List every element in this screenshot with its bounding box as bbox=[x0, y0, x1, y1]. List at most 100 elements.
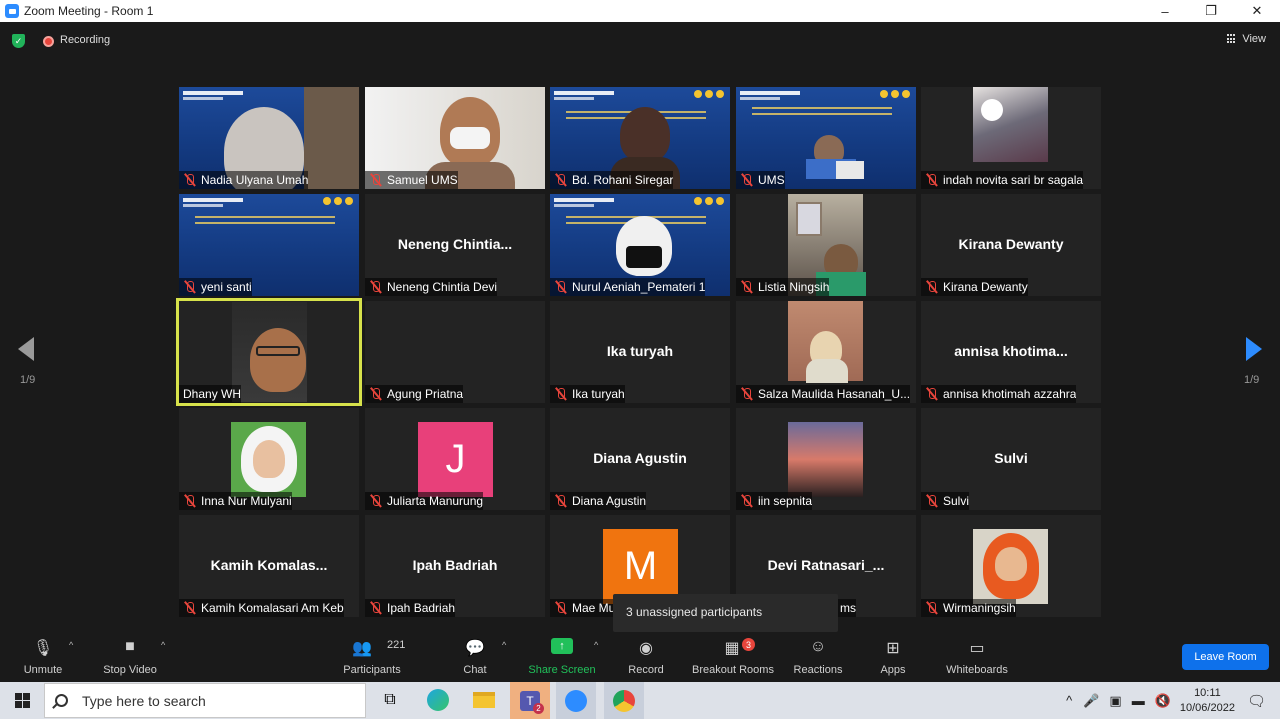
whiteboards-button[interactable]: ▭ Whiteboards bbox=[942, 632, 1012, 682]
muted-mic-icon bbox=[740, 173, 754, 187]
restore-button[interactable]: ❐ bbox=[1188, 0, 1234, 22]
share-screen-icon: ↑ bbox=[551, 638, 573, 654]
breakout-rooms-icon: ▦ bbox=[724, 640, 740, 657]
participant-display-name: Ika turyah bbox=[606, 343, 674, 359]
apps-button[interactable]: ⊞ Apps bbox=[876, 632, 910, 682]
muted-mic-icon bbox=[369, 280, 383, 294]
muted-mic-icon bbox=[925, 601, 939, 615]
view-button[interactable]: View bbox=[1227, 33, 1266, 45]
participant-name-label: Salza Maulida Hasanah_U... bbox=[736, 385, 911, 403]
video-tile[interactable]: Salza Maulida Hasanah_U... bbox=[736, 301, 916, 403]
minimize-button[interactable]: – bbox=[1142, 0, 1188, 22]
participant-name-label: Bd. Rohani Siregar bbox=[550, 171, 674, 189]
participants-icon: 👥 bbox=[352, 640, 372, 657]
muted-mic-icon bbox=[554, 173, 568, 187]
notifications-icon[interactable]: 🗨 bbox=[1247, 692, 1266, 710]
video-tile[interactable]: Bd. Rohani Siregar bbox=[550, 87, 730, 189]
participant-display-name: Sulvi bbox=[994, 450, 1028, 466]
video-tile[interactable]: annisa khotima... annisa khotimah azzahr… bbox=[921, 301, 1101, 403]
participant-name-label: Ipah Badriah bbox=[365, 599, 456, 617]
view-label: View bbox=[1242, 33, 1266, 45]
volume-muted-icon[interactable]: 🔇 bbox=[1155, 693, 1171, 709]
video-tile[interactable]: Ika turyah Ika turyah bbox=[550, 301, 730, 403]
record-button[interactable]: ◉ Record bbox=[626, 632, 666, 682]
participant-display-name: Neneng Chintia... bbox=[397, 236, 513, 252]
participant-display-name: Devi Ratnasari_... bbox=[767, 557, 885, 573]
reactions-smiley-icon: ☺ bbox=[809, 638, 827, 655]
reactions-button[interactable]: ☺ Reactions bbox=[792, 632, 844, 682]
participants-button[interactable]: 👥 221 Participants bbox=[340, 632, 406, 682]
muted-mic-icon bbox=[554, 280, 568, 294]
close-button[interactable]: ✕ bbox=[1234, 0, 1280, 22]
video-tile[interactable]: Neneng Chintia... Neneng Chintia Devi bbox=[365, 194, 545, 296]
video-tile[interactable]: Nadia Ulyana Umah bbox=[179, 87, 359, 189]
chat-button[interactable]: 💬 Chat bbox=[458, 632, 492, 682]
file-explorer-icon[interactable] bbox=[470, 687, 498, 713]
reactions-label: Reactions bbox=[793, 664, 843, 676]
task-view-icon[interactable]: ⧉ bbox=[376, 687, 404, 713]
chat-options-chevron-icon[interactable]: ^ bbox=[502, 640, 506, 650]
chrome-browser-icon[interactable] bbox=[604, 682, 644, 719]
search-icon bbox=[55, 694, 68, 707]
video-tile[interactable]: Kamih Komalas... Kamih Komalasari Am Keb bbox=[179, 515, 359, 617]
video-tile[interactable]: Inna Nur Mulyani bbox=[179, 408, 359, 510]
zoom-taskbar-icon[interactable] bbox=[556, 682, 596, 719]
muted-mic-icon bbox=[183, 494, 197, 508]
video-tile[interactable]: iin sepnita bbox=[736, 408, 916, 510]
window-titlebar: Zoom Meeting - Room 1 – ❐ ✕ bbox=[0, 0, 1280, 22]
leave-room-button[interactable]: Leave Room bbox=[1182, 644, 1269, 670]
video-tile[interactable]: yeni santi bbox=[179, 194, 359, 296]
teams-icon[interactable]: T2 bbox=[510, 682, 550, 719]
video-tile[interactable]: indah novita sari br sagala bbox=[921, 87, 1101, 189]
windows-start-icon[interactable] bbox=[0, 682, 44, 719]
participant-display-name: Kirana Dewanty bbox=[958, 236, 1064, 252]
video-tile[interactable]: Agung Priatna bbox=[365, 301, 545, 403]
video-tile[interactable]: J Juliarta Manurung bbox=[365, 408, 545, 510]
unmute-button[interactable]: 🎙 Unmute bbox=[20, 632, 66, 682]
muted-mic-icon bbox=[369, 387, 383, 401]
audio-options-chevron-icon[interactable]: ^ bbox=[69, 640, 73, 650]
participant-name-label: ms bbox=[836, 599, 856, 617]
zoom-logo-icon bbox=[5, 4, 19, 18]
network-icon[interactable]: ▣ bbox=[1109, 693, 1121, 709]
share-screen-button[interactable]: ↑ Share Screen bbox=[528, 632, 596, 682]
next-page-arrow-icon[interactable] bbox=[1246, 337, 1262, 361]
video-options-chevron-icon[interactable]: ^ bbox=[161, 640, 165, 650]
video-tile[interactable]: Ipah Badriah Ipah Badriah bbox=[365, 515, 545, 617]
microphone-tray-icon[interactable]: 🎤 bbox=[1083, 693, 1099, 709]
video-tile[interactable]: Listia Ningsih bbox=[736, 194, 916, 296]
video-tile[interactable]: Samuel UMS bbox=[365, 87, 545, 189]
recording-label: Recording bbox=[60, 34, 111, 46]
participant-name-label: Sulvi bbox=[921, 492, 970, 510]
video-tile[interactable]: Nurul Aeniah_Pemateri 1 bbox=[550, 194, 730, 296]
apps-icon: ⊞ bbox=[886, 640, 900, 657]
video-tile[interactable]: Kirana Dewanty Kirana Dewanty bbox=[921, 194, 1101, 296]
video-tile[interactable]: Sulvi Sulvi bbox=[921, 408, 1101, 510]
taskbar-search-box[interactable]: Type here to search bbox=[44, 683, 366, 718]
participant-name-label: Kamih Komalasari Am Keb bbox=[179, 599, 344, 617]
video-tile[interactable]: Diana Agustin Diana Agustin bbox=[550, 408, 730, 510]
participant-display-name: Diana Agustin bbox=[593, 450, 687, 466]
share-options-chevron-icon[interactable]: ^ bbox=[594, 640, 598, 650]
microphone-muted-icon: 🎙 bbox=[32, 640, 54, 657]
battery-icon[interactable]: ▬ bbox=[1132, 693, 1145, 708]
breakout-rooms-label: Breakout Rooms bbox=[692, 664, 774, 676]
muted-mic-icon bbox=[554, 601, 568, 615]
active-speaker-tile[interactable]: Dhany WH bbox=[176, 298, 362, 406]
video-tile[interactable]: UMS bbox=[736, 87, 916, 189]
video-tile[interactable]: Wirmaningsih bbox=[921, 515, 1101, 617]
breakout-rooms-button[interactable]: ▦ 3 Breakout Rooms bbox=[690, 632, 776, 682]
stop-video-button[interactable]: ■ Stop Video bbox=[98, 632, 162, 682]
edge-browser-icon[interactable] bbox=[424, 687, 452, 713]
participants-count: 221 bbox=[387, 639, 406, 651]
previous-page-arrow-icon[interactable] bbox=[18, 337, 34, 361]
taskbar-clock[interactable]: 10:11 10/06/2022 bbox=[1180, 686, 1235, 716]
chat-bubble-icon: 💬 bbox=[465, 640, 485, 657]
security-shield-icon[interactable]: ✓ bbox=[12, 34, 25, 48]
participant-display-name: Ipah Badriah bbox=[412, 557, 498, 573]
participant-name-label: Dhany WH bbox=[179, 385, 242, 403]
show-hidden-icons-chevron-icon[interactable]: ^ bbox=[1066, 693, 1072, 708]
breakout-rooms-badge: 3 bbox=[742, 638, 755, 651]
system-tray: ^ 🎤 ▣ ▬ 🔇 10:11 10/06/2022 🗨 bbox=[1060, 682, 1280, 719]
muted-mic-icon bbox=[925, 280, 939, 294]
